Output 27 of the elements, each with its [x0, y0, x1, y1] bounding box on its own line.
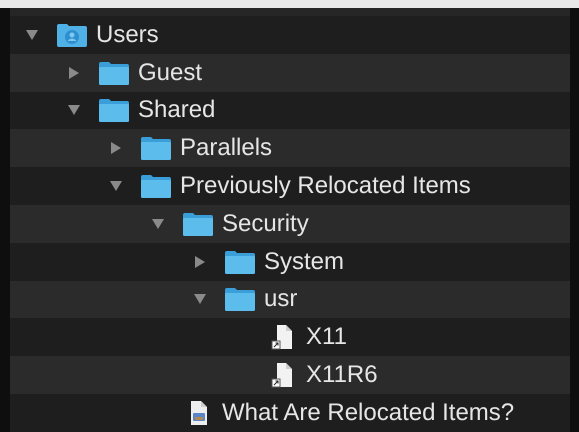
item-name[interactable]: Security: [222, 210, 309, 238]
folder-icon: [182, 210, 214, 237]
item-name[interactable]: Users: [96, 20, 159, 49]
collapse-triangle-icon[interactable]: [152, 218, 164, 230]
item-name[interactable]: usr: [264, 285, 298, 314]
user-folder-icon: [56, 22, 88, 48]
expand-triangle-icon[interactable]: [194, 256, 206, 268]
item-name[interactable]: Parallels: [180, 134, 272, 162]
collapse-triangle-icon[interactable]: [194, 293, 206, 306]
item-name[interactable]: Previously Relocated Items: [180, 172, 471, 200]
collapse-triangle-icon[interactable]: [110, 180, 122, 192]
collapse-triangle-icon[interactable]: [26, 28, 38, 41]
folder-icon: [224, 248, 256, 275]
expand-triangle-icon[interactable]: [68, 66, 80, 79]
folder-icon: [140, 173, 172, 200]
item-name[interactable]: Shared: [138, 96, 216, 124]
folder-icon: [224, 286, 256, 312]
folder-icon: [140, 135, 172, 162]
item-name[interactable]: X11R6: [306, 361, 378, 390]
expand-triangle-icon[interactable]: [110, 142, 122, 154]
item-name[interactable]: System: [264, 248, 344, 276]
item-name[interactable]: What Are Relocated Items?: [222, 398, 514, 427]
item-name[interactable]: X11: [306, 323, 347, 352]
item-name[interactable]: Guest: [138, 58, 202, 87]
folder-icon: [98, 60, 130, 86]
collapse-triangle-icon[interactable]: [68, 104, 80, 116]
folder-icon: [98, 97, 130, 124]
